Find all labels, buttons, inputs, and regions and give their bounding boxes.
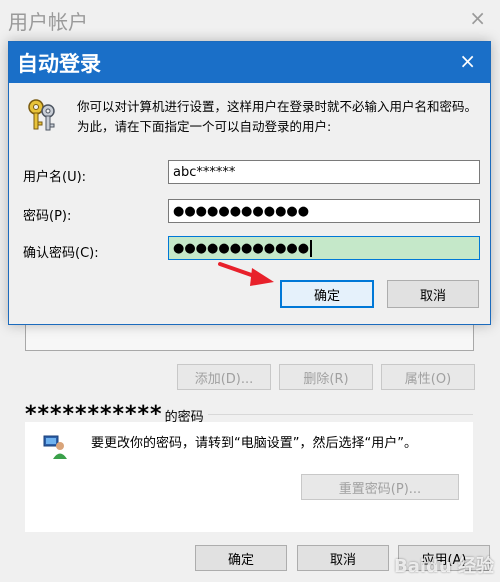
- info-line-2: 为此，请在下面指定一个可以自动登录的用户:: [77, 119, 332, 134]
- dialog-close-icon[interactable]: ×: [459, 49, 476, 73]
- dialog-title: 自动登录: [17, 52, 101, 76]
- user-monitor-icon: [43, 435, 67, 459]
- dialog-cancel-button[interactable]: 取消: [387, 280, 479, 308]
- confirm-password-label: 确认密码(C):: [23, 246, 99, 261]
- username-input[interactable]: abc******: [168, 160, 480, 184]
- reset-password-button[interactable]: 重置密码(P)...: [301, 474, 459, 500]
- password-value: ●●●●●●●●●●●●: [173, 203, 310, 219]
- password-change-message: 要更改你的密码，请转到“电脑设置”，然后选择“用户”。: [91, 436, 417, 451]
- properties-button[interactable]: 属性(O): [381, 364, 475, 390]
- watermark: Baidu 经验: [393, 556, 494, 577]
- annotation-arrow-icon: [218, 262, 274, 286]
- password-input[interactable]: ●●●●●●●●●●●●: [168, 199, 480, 223]
- dialog-info: 你可以对计算机进行设置，这样用户在登录时就不必输入用户名和密码。 为此，请在下面…: [77, 97, 477, 137]
- info-line-1: 你可以对计算机进行设置，这样用户在登录时就不必输入用户名和密码。: [77, 99, 478, 114]
- cancel-button[interactable]: 取消: [297, 545, 389, 571]
- confirm-password-input[interactable]: ●●●●●●●●●●●●: [168, 236, 480, 260]
- username-value: abc******: [173, 164, 236, 180]
- username-label: 用户名(U):: [23, 170, 87, 185]
- dialog-ok-button[interactable]: 确定: [280, 280, 374, 308]
- remove-button[interactable]: 删除(R): [279, 364, 373, 390]
- add-button[interactable]: 添加(D)...: [177, 364, 271, 390]
- password-group-box: 要更改你的密码，请转到“电脑设置”，然后选择“用户”。 重置密码(P)...: [25, 422, 473, 532]
- password-label: 密码(P):: [23, 209, 72, 224]
- keys-icon: [28, 99, 55, 131]
- dialog-titlebar: 自动登录 ×: [9, 42, 490, 83]
- confirm-password-value: ●●●●●●●●●●●●: [173, 240, 310, 256]
- close-icon[interactable]: ×: [469, 6, 486, 30]
- window-title: 用户帐户: [8, 10, 88, 34]
- ok-button[interactable]: 确定: [195, 545, 287, 571]
- text-caret: [310, 239, 313, 257]
